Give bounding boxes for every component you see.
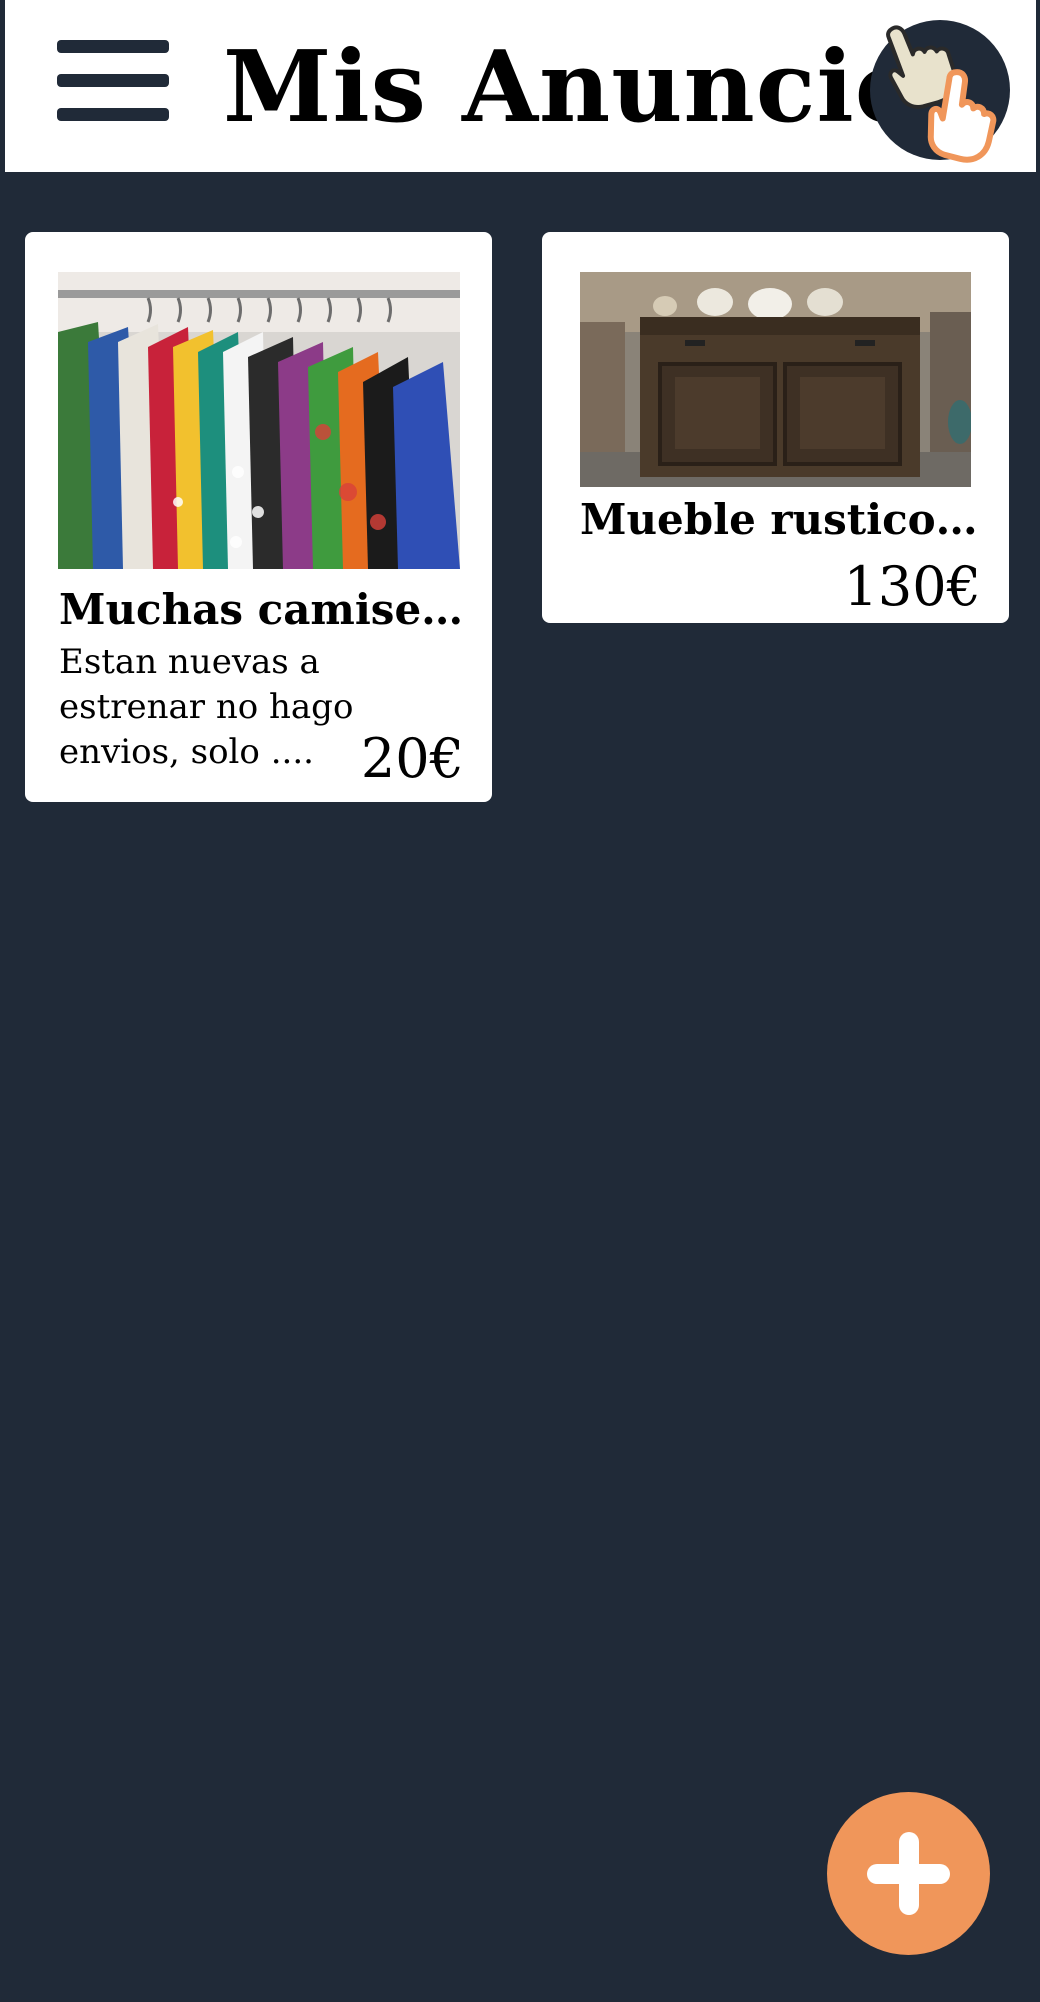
menu-icon-bar xyxy=(57,108,169,121)
app-header: Mis Anuncios xyxy=(5,0,1036,172)
add-listing-button[interactable] xyxy=(827,1792,990,1955)
listing-title: Muchas camisetas xyxy=(59,585,469,634)
listing-image xyxy=(58,272,460,569)
two-hands-logo-icon xyxy=(870,20,1010,163)
listing-card[interactable]: Mueble rustico a... 130€ xyxy=(542,232,1009,623)
listing-title: Mueble rustico a... xyxy=(580,495,980,544)
listing-price: 130€ xyxy=(843,555,981,618)
menu-icon-bar xyxy=(57,74,169,87)
listing-card[interactable]: Muchas camisetas Estan nuevas a estrenar… xyxy=(25,232,492,802)
listing-price: 20€ xyxy=(360,727,464,790)
menu-button[interactable] xyxy=(57,40,171,122)
rustic-cabinet-photo xyxy=(580,272,971,487)
clothes-rack-photo xyxy=(58,272,460,569)
menu-icon-bar xyxy=(57,40,169,53)
listing-image xyxy=(580,272,971,487)
